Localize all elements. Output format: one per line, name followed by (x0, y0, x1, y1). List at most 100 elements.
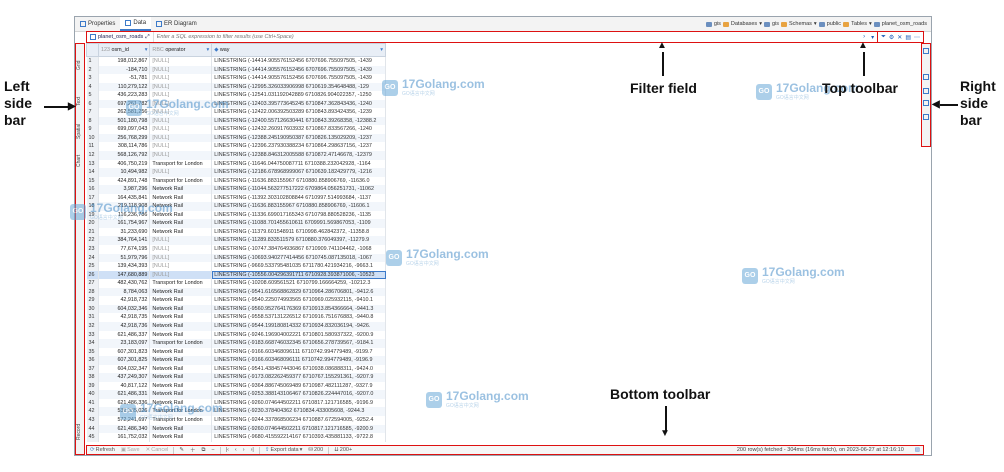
table-row[interactable]: 26 147,680,889 [NULL] LINESTRING (-10556.00… (86, 270, 386, 280)
cell-osm-id[interactable]: 424,891,748 (98, 176, 151, 186)
table-row[interactable]: 13 406,750,219 Transport for London LINESTR… (86, 159, 386, 169)
cell-way[interactable]: LINESTRING (-10208.609561521 6710799.166… (211, 279, 386, 288)
cell-operator[interactable]: [NULL] (149, 56, 213, 66)
cell-way[interactable]: LINESTRING (-9558.537131226512 6710916.7… (211, 313, 386, 322)
breadcrumb-item[interactable]: Schemas (789, 21, 812, 27)
panel-toggle-icon[interactable]: ▧ (912, 447, 923, 453)
cell-operator[interactable]: Network Rail (149, 296, 213, 305)
cell-osm-id[interactable]: 256,768,299 (98, 133, 151, 143)
left-tab-spatial[interactable]: Spatial (76, 116, 84, 146)
table-row[interactable]: 21 31,233,690 Network Rail LINESTRING (-113… (86, 227, 386, 237)
cell-way[interactable]: LINESTRING (-9166.603468096111 6710742.9… (211, 347, 386, 357)
table-row[interactable]: 9 699,097,043 [NULL] LINESTRING (-12432.260… (86, 125, 386, 134)
table-row[interactable]: 44 621,486,340 Network Rail LINESTRING (-92… (86, 424, 386, 434)
cell-operator[interactable]: Transport for London (149, 279, 213, 288)
cell-osm-id[interactable]: 77,674,195 (98, 245, 151, 254)
cell-osm-id[interactable]: 23,183,097 (98, 339, 151, 348)
cell-osm-id[interactable]: 604,032,346 (98, 304, 151, 314)
cell-way[interactable]: LINESTRING (-12541.031192042889 6710826.… (211, 91, 386, 100)
left-tab-chart[interactable]: Chart (76, 146, 84, 176)
cell-operator[interactable]: Network Rail (149, 185, 213, 194)
cell-way[interactable]: LINESTRING (-9244.337868506234 6710887.6… (211, 415, 386, 425)
table-row[interactable]: 38 437,249,307 Network Rail LINESTRING (-91… (86, 373, 386, 382)
cell-operator[interactable]: [NULL] (149, 151, 213, 160)
table-row[interactable]: 23 77,674,195 [NULL] LINESTRING (-10747.384… (86, 245, 386, 254)
cell-osm-id[interactable]: 42,918,736 (98, 321, 151, 331)
cancel-button[interactable]: ✕ Cancel (143, 447, 172, 453)
cell-way[interactable]: LINESTRING (-9260.074644502211 6710817.1… (211, 424, 386, 434)
cell-way[interactable]: LINESTRING (-9173.082262459377 6710767.1… (211, 373, 386, 382)
cell-way[interactable]: LINESTRING (-11392.303102808844 6710997.… (211, 193, 386, 203)
cell-osm-id[interactable]: 607,301,823 (98, 347, 151, 357)
table-row[interactable]: 4 110,279,122 [NULL] LINESTRING (-12995.326… (86, 82, 386, 92)
cell-osm-id[interactable]: 42,918,732 (98, 296, 151, 305)
cell-way[interactable]: LINESTRING (-9260.074644502211 6710817.1… (211, 398, 386, 408)
cell-way[interactable]: LINESTRING (-14414.905576152456 6707696.… (211, 65, 386, 75)
cell-osm-id[interactable]: 621,486,340 (98, 424, 151, 434)
table-row[interactable]: 39 40,817,122 Network Rail LINESTRING (-936… (86, 381, 386, 391)
cell-operator[interactable]: [NULL] (149, 74, 213, 83)
grouping-icon[interactable] (923, 114, 929, 120)
cell-osm-id[interactable]: 406,750,219 (98, 159, 151, 169)
cell-way[interactable]: LINESTRING (-10693.940277414456 6710745.… (211, 253, 386, 263)
cell-osm-id[interactable]: -51,781 (98, 74, 151, 83)
filter-history-icon[interactable]: ▾ (868, 34, 877, 41)
table-row[interactable]: 40 621,486,331 Network Rail LINESTRING (-92… (86, 390, 386, 399)
table-row[interactable]: 37 604,032,347 Network Rail LINESTRING (-95… (86, 364, 386, 374)
refresh-button[interactable]: ⟳ Refresh (87, 447, 118, 453)
tab-properties[interactable]: Properties (75, 17, 120, 31)
table-row[interactable]: 36 607,301,825 Network Rail LINESTRING (-91… (86, 356, 386, 365)
cell-way[interactable]: LINESTRING (-11636.883155967 6710880.858… (211, 202, 386, 211)
cell-osm-id[interactable]: 604,032,347 (98, 364, 151, 374)
cell-operator[interactable]: Network Rail (149, 364, 213, 374)
filter-icon[interactable]: ⏷ (881, 34, 886, 41)
cell-way[interactable]: LINESTRING (-12388.846312005588 6710872.… (211, 151, 386, 160)
add-row-icon[interactable]: ＋ (187, 446, 199, 454)
table-row[interactable]: 14 10,494,982 [NULL] LINESTRING (-12186.678… (86, 168, 386, 177)
table-row[interactable]: 16 3,987,296 Network Rail LINESTRING (-1104… (86, 185, 386, 194)
breadcrumb-item[interactable]: gis (772, 21, 779, 27)
cell-way[interactable]: LINESTRING (-9544.199180814332 6710934.8… (211, 321, 386, 331)
edit-row-icon[interactable]: ✎ (176, 447, 187, 453)
calculator-icon[interactable] (923, 88, 929, 94)
cell-way[interactable]: LINESTRING (-11088.701455610611 6709991.… (211, 219, 386, 228)
table-row[interactable]: 10 256,768,299 [NULL] LINESTRING (-12388.24… (86, 133, 386, 143)
cell-operator[interactable]: [NULL] (149, 65, 213, 75)
cell-way[interactable]: LINESTRING (-11379.601548911 6710998.462… (211, 227, 386, 237)
table-row[interactable]: 31 42,918,735 Network Rail LINESTRING (-955… (86, 313, 386, 322)
panels-icon[interactable] (923, 48, 929, 54)
value-viewer-icon[interactable] (923, 74, 929, 80)
cell-way[interactable]: LINESTRING (-11336.699017165343 6710798.… (211, 210, 386, 220)
breadcrumb-item[interactable]: gis (714, 21, 721, 27)
copy-row-icon[interactable]: ⧉ (198, 447, 208, 454)
delete-row-icon[interactable]: − (208, 447, 217, 453)
more-icon[interactable]: ⋯ (914, 34, 920, 41)
cell-operator[interactable]: [NULL] (149, 133, 213, 143)
cell-operator[interactable]: [NULL] (149, 262, 213, 271)
cell-osm-id[interactable]: 198,012,867 (98, 56, 151, 66)
next-page-icon[interactable]: › (240, 447, 248, 453)
table-row[interactable]: 11 308,114,786 [NULL] LINESTRING (-12396.23… (86, 142, 386, 152)
cell-osm-id[interactable]: 621,486,331 (98, 390, 151, 399)
cell-operator[interactable]: Network Rail (149, 313, 213, 322)
table-row[interactable]: 34 23,183,097 Transport for London LINESTRI… (86, 339, 386, 348)
cell-osm-id[interactable]: 607,301,825 (98, 356, 151, 365)
cell-osm-id[interactable]: 621,486,337 (98, 330, 151, 340)
fetch-all-button[interactable]: ⇊ 200+ (331, 447, 355, 453)
cell-operator[interactable]: Network Rail (149, 321, 213, 331)
cell-operator[interactable]: Network Rail (149, 330, 213, 340)
cell-way[interactable]: LINESTRING (-12432.260917603932 6710867.… (211, 125, 386, 134)
cell-osm-id[interactable]: 501,180,798 (98, 116, 151, 126)
cell-osm-id[interactable]: 482,430,762 (98, 279, 151, 288)
table-row[interactable]: 3 -51,781 [NULL] LINESTRING (-14414.9055761… (86, 74, 386, 83)
left-tab-record[interactable]: Record (76, 414, 84, 450)
cell-way[interactable]: LINESTRING (-12995.326033906998 6710619.… (211, 82, 386, 92)
cell-way[interactable]: LINESTRING (-9669.533795481035 6711780.4… (211, 262, 386, 271)
cell-way[interactable]: LINESTRING (-9560.952764176369 6710913.8… (211, 304, 386, 314)
metadata-icon[interactable] (923, 100, 929, 106)
table-row[interactable]: 12 568,126,792 [NULL] LINESTRING (-12388.84… (86, 151, 386, 160)
cell-operator[interactable]: [NULL] (149, 82, 213, 92)
cell-operator[interactable]: Network Rail (149, 227, 213, 237)
cell-way[interactable]: LINESTRING (-9230.378404362 6710834.4330… (211, 407, 386, 416)
cell-operator[interactable]: Network Rail (149, 347, 213, 357)
